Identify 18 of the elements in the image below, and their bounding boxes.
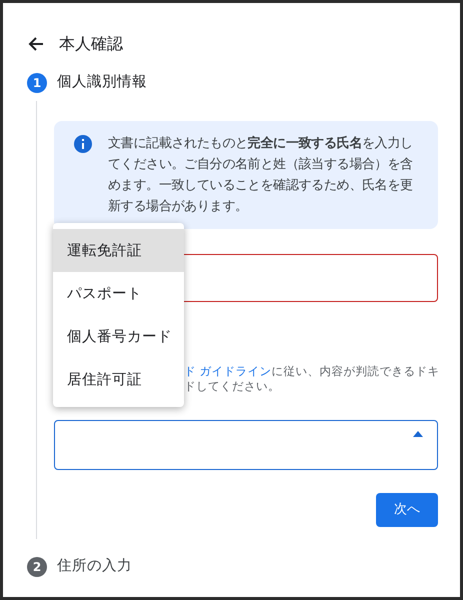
menu-item[interactable]: パスポート: [53, 272, 184, 315]
back-button[interactable]: [27, 35, 45, 53]
page-title: 本人確認: [59, 33, 123, 55]
info-icon: [74, 135, 92, 153]
info-text: 文書に記載されたものと完全に一致する氏名を入力してください。ご自分の名前と姓（該当する場合）を含めます。一致していることを確認するため、氏名を更新する場合があります。: [108, 134, 414, 216]
step-title[interactable]: 住所の入力: [57, 556, 132, 578]
id-type-select[interactable]: [54, 420, 438, 470]
hint-text: ドしてください。: [184, 379, 281, 394]
step-number: 1: [27, 73, 47, 93]
step-number: 2: [27, 556, 47, 576]
hint-text: ド ガイドライン に従い、内容が判読できるドキ: [184, 364, 438, 379]
menu-item[interactable]: 居住許可証: [53, 358, 184, 401]
menu-item[interactable]: 運転免許証: [53, 229, 184, 272]
caret-icon: [413, 431, 423, 437]
next-button[interactable]: 次へ: [376, 493, 438, 526]
menu-item[interactable]: 個人番号カード: [53, 315, 184, 358]
guideline-link[interactable]: ド ガイドライン: [184, 364, 272, 378]
step-title[interactable]: 個人識別情報: [57, 72, 147, 94]
